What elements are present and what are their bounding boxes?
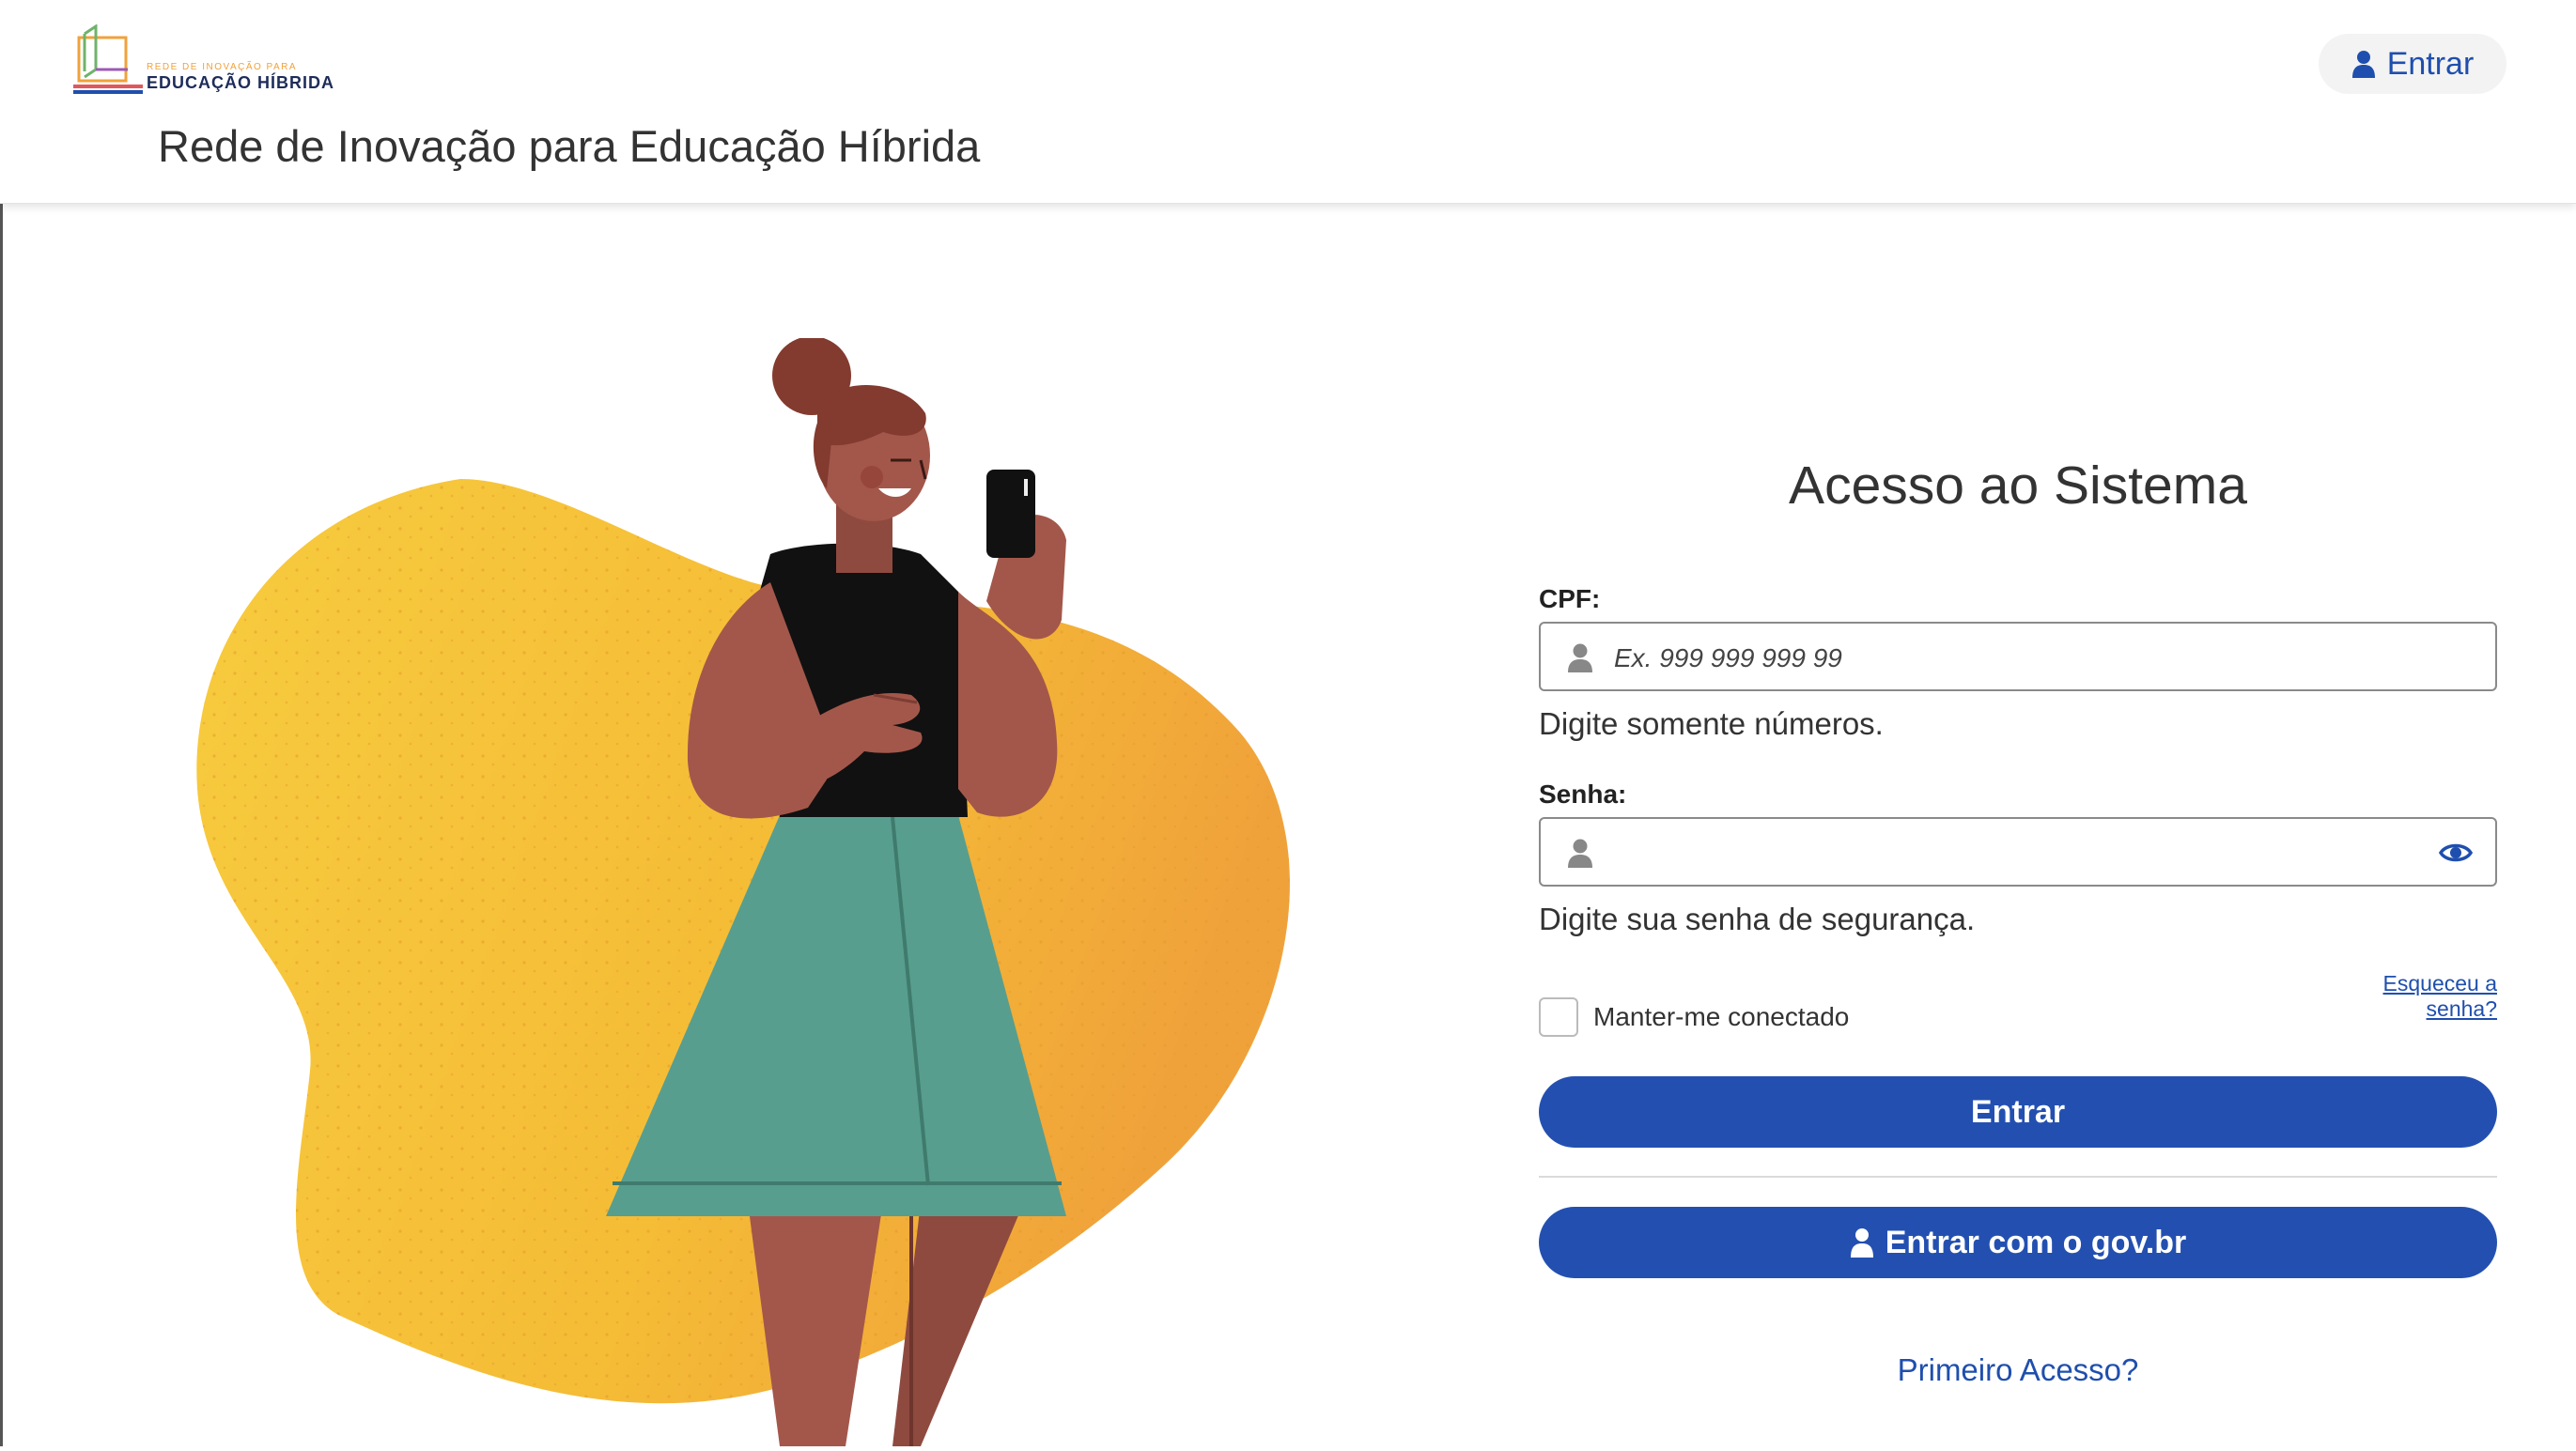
eye-icon[interactable] bbox=[2439, 840, 2473, 866]
phone-icon bbox=[986, 470, 1035, 558]
book-logo-icon bbox=[73, 24, 143, 94]
user-icon bbox=[1568, 839, 1592, 868]
cpf-input[interactable] bbox=[1612, 633, 2424, 684]
govbr-login-label: Entrar com o gov.br bbox=[1885, 1224, 2187, 1260]
form-title: Acesso ao Sistema bbox=[1789, 455, 2247, 516]
govbr-login-button[interactable]: Entrar com o gov.br bbox=[1539, 1207, 2497, 1278]
logo-tagline: REDE DE INOVAÇÃO PARA bbox=[147, 62, 298, 72]
cpf-hint: Digite somente números. bbox=[1539, 706, 1884, 741]
password-input[interactable] bbox=[1612, 828, 2424, 879]
window-edge bbox=[0, 0, 3, 1446]
forgot-password-link[interactable]: Esqueceu a senha? bbox=[2309, 971, 2497, 1022]
password-field[interactable] bbox=[1539, 817, 2497, 887]
logo-name: EDUCAÇÃO HÍBRIDA bbox=[147, 73, 334, 92]
submit-login-button[interactable]: Entrar bbox=[1539, 1076, 2497, 1148]
submit-login-label: Entrar bbox=[1970, 1093, 2066, 1130]
cpf-label: CPF: bbox=[1539, 584, 1601, 613]
form-divider bbox=[1539, 1176, 2497, 1178]
cpf-field[interactable] bbox=[1539, 622, 2497, 691]
hero-illustration bbox=[169, 336, 1334, 1446]
header-login-label: Entrar bbox=[2386, 45, 2475, 82]
user-icon bbox=[2351, 51, 2375, 78]
user-icon bbox=[1568, 643, 1592, 672]
user-icon bbox=[1850, 1228, 1873, 1258]
site-title: Rede de Inovação para Educação Híbrida bbox=[158, 121, 981, 171]
site-header: REDE DE INOVAÇÃO PARA EDUCAÇÃO HÍBRIDA R… bbox=[0, 0, 2576, 204]
head bbox=[772, 336, 930, 573]
remember-me-label: Manter-me conectado bbox=[1593, 1002, 1850, 1031]
password-label: Senha: bbox=[1539, 780, 1627, 809]
password-hint: Digite sua senha de segurança. bbox=[1539, 902, 1976, 936]
site-logo[interactable]: REDE DE INOVAÇÃO PARA EDUCAÇÃO HÍBRIDA bbox=[71, 24, 344, 100]
header-login-button[interactable]: Entrar bbox=[2319, 34, 2506, 94]
first-access-link[interactable]: Primeiro Acesso? bbox=[1539, 1352, 2497, 1388]
checkbox-box[interactable] bbox=[1539, 997, 1578, 1037]
remember-me-checkbox[interactable]: Manter-me conectado bbox=[1539, 996, 1849, 1039]
woman-with-phone-illustration bbox=[196, 336, 1290, 1446]
